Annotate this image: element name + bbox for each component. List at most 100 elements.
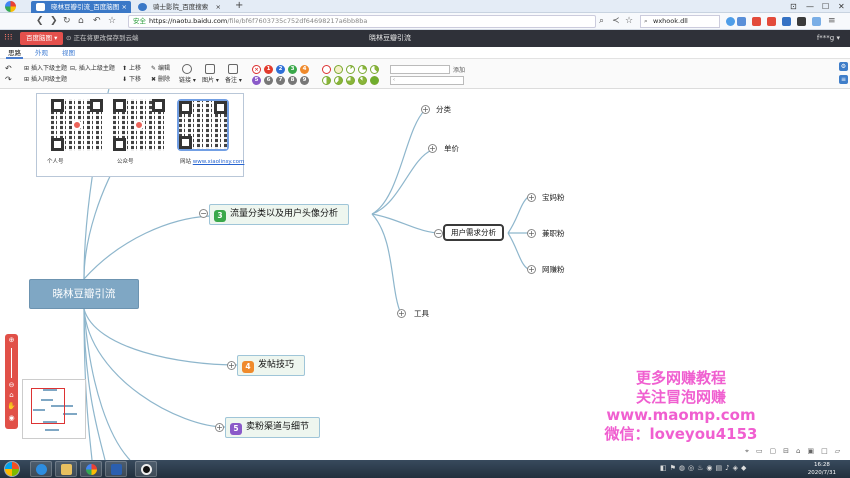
extension-icon[interactable] (782, 17, 791, 26)
topic-unit-price[interactable]: 单价 (444, 143, 459, 154)
progress-3-icon[interactable] (370, 65, 379, 74)
new-tab-button[interactable]: + (235, 0, 243, 12)
restore-icon[interactable]: ⊡ (790, 0, 797, 13)
url-input[interactable]: 安全 https://naotu.baidu.com/file/bf6f76037… (128, 15, 596, 28)
topic-tools[interactable]: 工具 (414, 308, 429, 319)
expand-icon[interactable]: + (527, 193, 536, 202)
progress-done-icon[interactable] (370, 76, 379, 85)
maximize-button[interactable]: ☐ (822, 0, 829, 13)
priority-2[interactable]: 2 (276, 65, 285, 74)
extension-icon[interactable] (767, 17, 776, 26)
system-tray[interactable]: ◧⚑◍◎♨◉▤♪◈◆ (660, 464, 749, 472)
collapse-icon[interactable]: − (199, 209, 208, 218)
expand-icon[interactable]: + (421, 105, 430, 114)
priority-7[interactable]: 7 (276, 76, 285, 85)
branch-node-posting-tips[interactable]: 4 发帖技巧 (237, 355, 306, 376)
minimap[interactable] (22, 379, 86, 439)
collapse-icon[interactable]: − (434, 229, 443, 238)
website-link[interactable]: www.xiaolinsy.com (193, 159, 245, 165)
reload-icon[interactable]: ↻ (63, 15, 71, 27)
search-input[interactable]: ⌕ wxhook.dll (640, 15, 720, 28)
progress-2-icon[interactable] (358, 65, 367, 74)
home-icon[interactable]: ⌂ (78, 15, 84, 27)
share-icon[interactable]: ≺ (612, 15, 620, 27)
zoom-icon[interactable]: ⌕ (599, 15, 604, 27)
topic-mom-fans[interactable]: 宝妈粉 (542, 192, 565, 203)
priority-5[interactable]: 5 (252, 76, 261, 85)
tab-view[interactable]: 视图 (60, 47, 77, 59)
move-down-button[interactable]: ⬇ 下移 (122, 76, 141, 84)
mindmap-canvas[interactable]: 个人号 公众号 网站 www.xiaolinsy.com 晓林豆瓣引流 − 3流… (0, 89, 850, 460)
brand-menu-button[interactable]: 百度脑图 ▾ (20, 32, 64, 45)
extension-icon[interactable] (726, 17, 735, 26)
delete-button[interactable]: ✖ 删除 (151, 76, 170, 84)
insert-sibling-button[interactable]: ⊞ 插入同级主题 (24, 76, 67, 84)
minimap-viewport[interactable] (31, 388, 65, 424)
zoom-in-icon[interactable]: ⊕ (7, 336, 16, 345)
link-button[interactable]: 链接 ▾ (179, 77, 196, 85)
priority-9[interactable]: 9 (300, 76, 309, 85)
undo-close-icon[interactable]: ↶ (93, 15, 101, 27)
taskbar-word[interactable] (105, 461, 127, 477)
extension-icon[interactable] (752, 17, 761, 26)
priority-3[interactable]: 3 (288, 65, 297, 74)
image-button[interactable]: 图片 ▾ (202, 77, 219, 85)
link-icon[interactable] (182, 64, 192, 74)
user-menu[interactable]: f***g ▾ (817, 30, 840, 47)
minimize-button[interactable]: — (806, 0, 814, 13)
clock[interactable]: 16:28 2020/7/31 (808, 461, 836, 477)
redo-icon[interactable]: ↷ (5, 76, 12, 84)
move-hand-icon[interactable]: ✋ (7, 402, 16, 411)
move-up-button[interactable]: ⬆ 上移 (122, 65, 141, 73)
extension-icon[interactable] (797, 17, 806, 26)
progress-5-icon[interactable] (334, 76, 343, 85)
tab-idea[interactable]: 思路 (6, 47, 23, 59)
resource-input[interactable] (390, 65, 450, 74)
expand-icon[interactable]: + (227, 361, 236, 370)
clear-priority-icon[interactable]: × (252, 65, 261, 74)
topic-parttime-fans[interactable]: 兼职粉 (542, 228, 565, 239)
extension-icon[interactable] (812, 17, 821, 26)
expand-icon[interactable]: + (527, 265, 536, 274)
start-button[interactable] (4, 461, 20, 477)
bookmark-star-icon[interactable]: ☆ (625, 15, 633, 27)
note-icon[interactable] (228, 64, 238, 74)
close-tab-icon[interactable]: × (216, 1, 221, 13)
expand-icon[interactable]: + (527, 229, 536, 238)
root-node[interactable]: 晓林豆瓣引流 (29, 279, 139, 309)
topic-category[interactable]: 分类 (436, 104, 451, 115)
topic-user-needs-selected[interactable]: 用户需求分析 (443, 224, 504, 241)
undo-icon[interactable]: ↶ (5, 65, 12, 73)
zoom-out-icon[interactable]: ⊖ (7, 381, 16, 390)
tab-baidu-search[interactable]: 骑士影院_百度搜索 × (133, 1, 225, 13)
browser-logo-icon[interactable] (5, 1, 16, 12)
taskbar-browser[interactable] (80, 461, 102, 477)
document-title[interactable]: 晓林豆瓣引流 (340, 30, 440, 47)
clear-progress-icon[interactable] (322, 65, 331, 74)
progress-0-icon[interactable] (334, 65, 343, 74)
progress-7-icon[interactable] (358, 76, 367, 85)
insert-child-button[interactable]: ⊞ 插入下级主题 (24, 65, 67, 73)
fit-view-icon[interactable]: ⌂ (7, 391, 16, 400)
apps-grid-icon[interactable]: ⁝⁝⁝ (4, 33, 15, 44)
taskbar-recorder[interactable] (135, 461, 157, 477)
branch-node-sales-channels[interactable]: 5 卖粉渠道与细节 (225, 417, 321, 438)
priority-1[interactable]: 1 (264, 65, 273, 74)
priority-4[interactable]: 4 (300, 65, 309, 74)
topic-money-fans[interactable]: 网赚粉 (542, 264, 565, 275)
extension-icon[interactable] (737, 17, 746, 26)
progress-4-icon[interactable] (322, 76, 331, 85)
toggle-minimap-icon[interactable]: ◉ (7, 414, 16, 423)
edit-button[interactable]: ✎ 编辑 (151, 65, 170, 73)
close-tab-icon[interactable]: × (122, 1, 127, 13)
forward-icon[interactable]: ❯ (50, 15, 58, 27)
menu-icon[interactable]: ≡ (828, 15, 836, 27)
note-button[interactable]: 备注 ▾ (225, 77, 242, 85)
branch-node-traffic-analysis[interactable]: 3 流量分类以及用户头像分析 (209, 204, 350, 225)
priority-8[interactable]: 8 (288, 76, 297, 85)
expand-icon[interactable]: + (428, 144, 437, 153)
tab-naotu[interactable]: 晓林豆瓣引流_百度脑图 × (31, 1, 131, 13)
canvas-tools[interactable]: ⌖▭▢⊟⌂▣□▱ (745, 447, 847, 456)
insert-parent-button[interactable]: ⊟, 插入上级主题 (70, 65, 115, 73)
resource-list[interactable]: ‹ (390, 76, 464, 85)
